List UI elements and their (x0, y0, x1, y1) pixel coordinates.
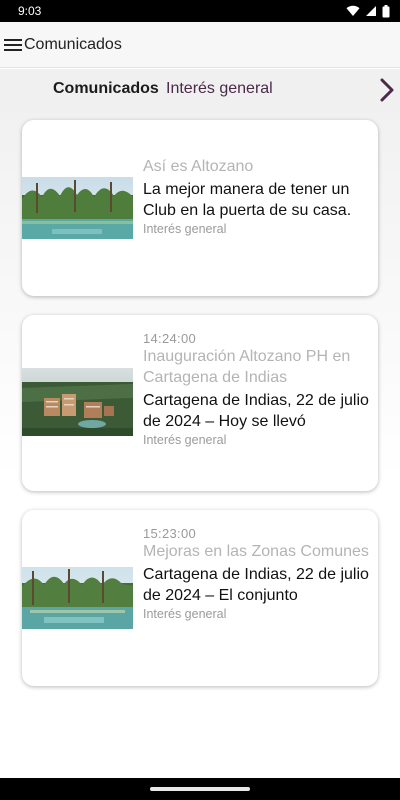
news-card[interactable]: 15:23:00 Mejoras en las Zonas Comunes Ca… (22, 510, 378, 686)
card-title: Inauguración Altozano PH en Cartagena de… (143, 348, 351, 386)
card-time: 14:24:00 (143, 331, 197, 346)
signal-icon (365, 5, 377, 17)
card-thumbnail (22, 567, 133, 629)
card-category: Interés general (143, 607, 227, 621)
content-list: Así es Altozano La mejor manera de tener… (0, 111, 400, 778)
card-category: Interés general (143, 433, 227, 447)
page-title: Comunicados (24, 35, 122, 53)
menu-icon[interactable] (3, 35, 23, 55)
chevron-right-icon[interactable] (378, 77, 396, 103)
card-text: Así es Altozano La mejor manera de tener… (143, 156, 370, 236)
card-category: Interés general (143, 222, 227, 236)
card-text: 15:23:00 Mejoras en las Zonas Comunes Ca… (143, 526, 370, 621)
card-description: Cartagena de Indias, 22 de julio de 2024… (143, 566, 369, 604)
card-title: Mejoras en las Zonas Comunes (143, 543, 369, 560)
wifi-icon (346, 5, 360, 17)
navigation-bar (0, 778, 400, 800)
card-thumbnail (22, 177, 133, 239)
card-description: Cartagena de Indias, 22 de julio de 2024… (143, 392, 369, 430)
tab-comunicados[interactable]: Comunicados (53, 80, 159, 98)
tab-bar: Comunicados Interés general (0, 69, 400, 111)
card-description: La mejor manera de tener un Club en la p… (143, 181, 352, 219)
battery-icon (382, 4, 390, 18)
card-time: 15:23:00 (143, 526, 197, 541)
status-bar: 9:03 (0, 0, 400, 22)
app-bar: Comunicados (0, 22, 400, 68)
home-indicator[interactable] (150, 787, 250, 791)
card-thumbnail (22, 368, 133, 436)
card-text: 14:24:00 Inauguración Altozano PH en Car… (143, 331, 370, 447)
card-title: Así es Altozano (143, 158, 254, 175)
status-time: 9:03 (18, 4, 42, 18)
tab-interes-general[interactable]: Interés general (166, 80, 273, 98)
status-icons (346, 4, 390, 18)
news-card[interactable]: 14:24:00 Inauguración Altozano PH en Car… (22, 315, 378, 491)
news-card[interactable]: Así es Altozano La mejor manera de tener… (22, 120, 378, 296)
